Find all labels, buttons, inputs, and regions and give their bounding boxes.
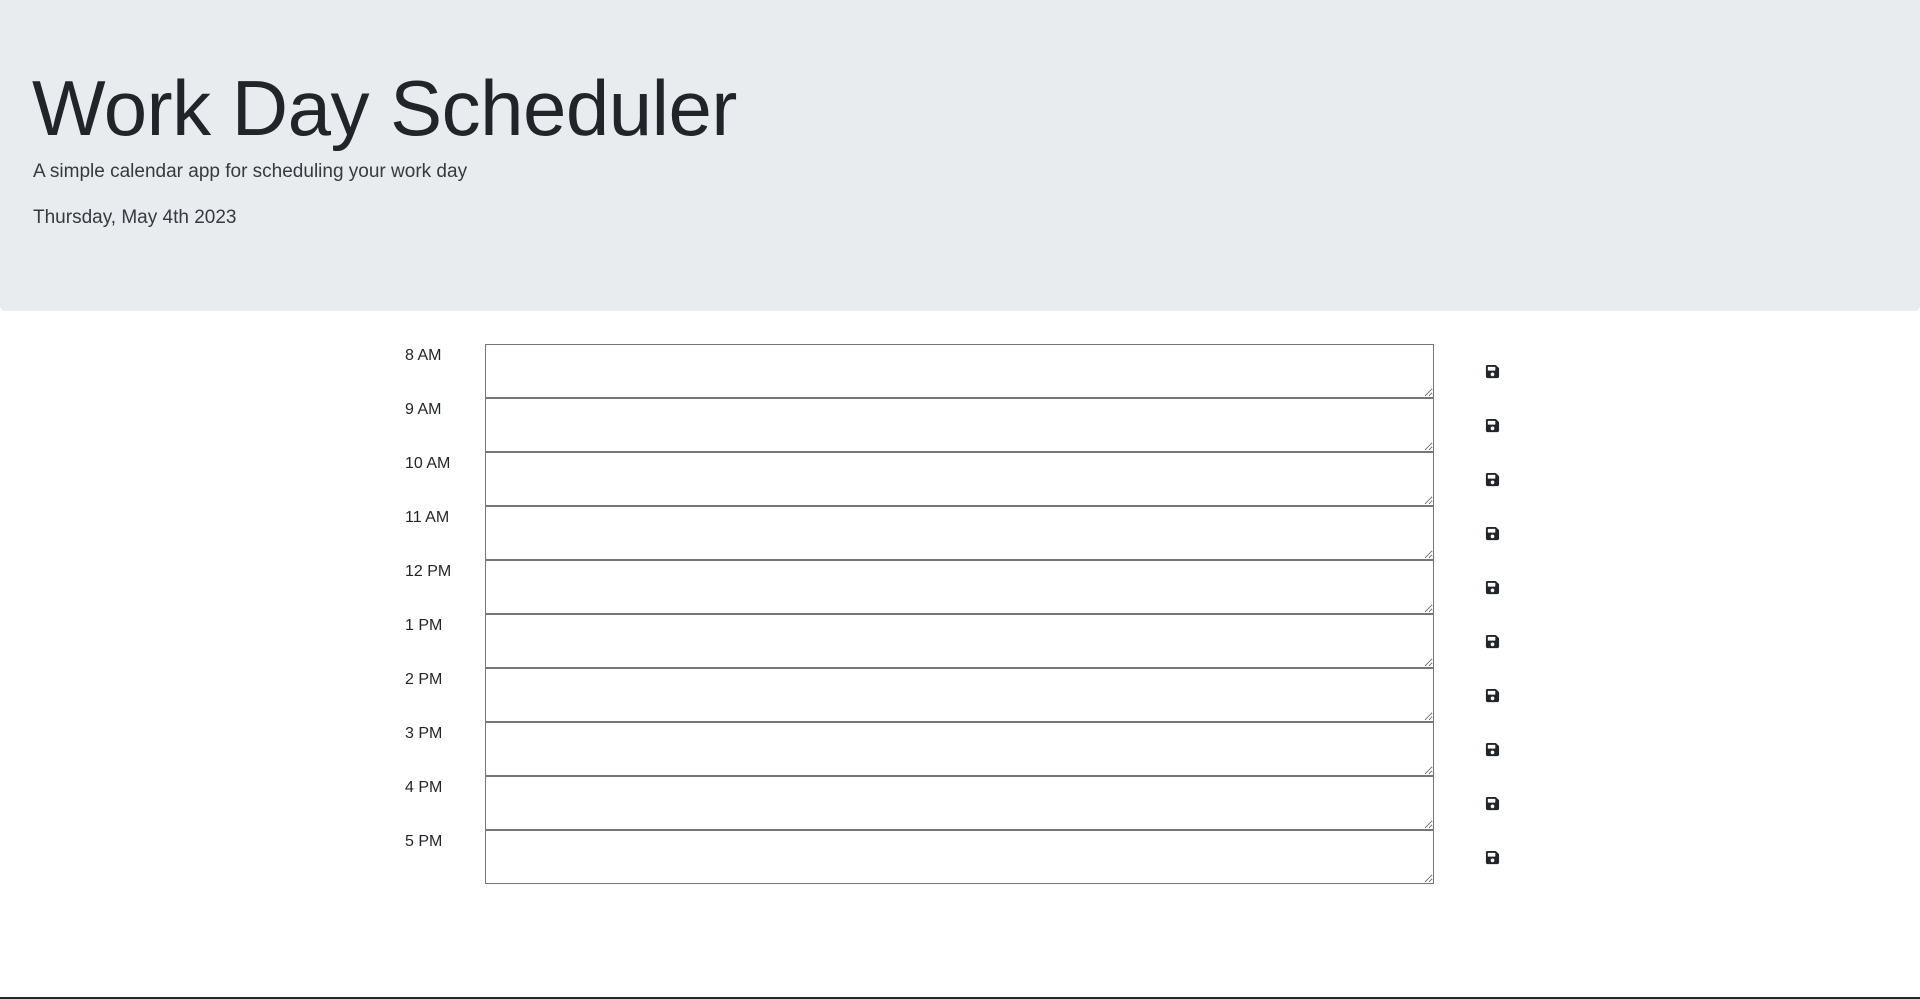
event-description-input[interactable] [485,506,1434,560]
save-button[interactable] [1467,776,1517,830]
save-button[interactable] [1467,722,1517,776]
floppy-disk-icon [1485,850,1500,865]
event-description-input[interactable] [485,668,1434,722]
save-button[interactable] [1467,560,1517,614]
hour-label: 5 PM [405,833,443,850]
page-title: Work Day Scheduler [32,64,737,152]
hour-label: 2 PM [405,671,443,688]
timeblock-row: 4 PM [0,776,1920,830]
timeblock-row: 12 PM [0,560,1920,614]
timeblock-row: 5 PM [0,830,1920,884]
event-description-input[interactable] [485,398,1434,452]
hour-label: 1 PM [405,617,443,634]
save-button[interactable] [1467,344,1517,398]
timeblock-list: 8 AM 9 AM 10 AM 11 AM 12 PM 1 PM 2 PM 3 PM 4 PM 5… [0,344,1920,884]
hour-label: 10 AM [405,455,451,472]
timeblock-row: 9 AM [0,398,1920,452]
save-button[interactable] [1467,830,1517,884]
floppy-disk-icon [1485,796,1500,811]
floppy-disk-icon [1485,580,1500,595]
floppy-disk-icon [1485,688,1500,703]
timeblock-row: 8 AM [0,344,1920,398]
event-description-input[interactable] [485,452,1434,506]
save-button[interactable] [1467,506,1517,560]
header-jumbotron: Work Day Scheduler A simple calendar app… [0,0,1920,311]
timeblock-row: 11 AM [0,506,1920,560]
event-description-input[interactable] [485,722,1434,776]
floppy-disk-icon [1485,526,1500,541]
event-description-input[interactable] [485,344,1434,398]
floppy-disk-icon [1485,634,1500,649]
timeblock-row: 1 PM [0,614,1920,668]
current-date: Thursday, May 4th 2023 [33,207,237,228]
floppy-disk-icon [1485,364,1500,379]
event-description-input[interactable] [485,830,1434,884]
floppy-disk-icon [1485,472,1500,487]
hour-label: 8 AM [405,347,442,364]
timeblock-row: 2 PM [0,668,1920,722]
event-description-input[interactable] [485,560,1434,614]
save-button[interactable] [1467,668,1517,722]
hour-label: 11 AM [405,509,450,526]
event-description-input[interactable] [485,614,1434,668]
timeblock-row: 3 PM [0,722,1920,776]
hour-label: 3 PM [405,725,443,742]
floppy-disk-icon [1485,742,1500,757]
save-button[interactable] [1467,452,1517,506]
floppy-disk-icon [1485,418,1500,433]
event-description-input[interactable] [485,776,1434,830]
hour-label: 9 AM [405,401,442,418]
page-subtitle: A simple calendar app for scheduling you… [33,161,468,182]
timeblock-row: 10 AM [0,452,1920,506]
hour-label: 12 PM [405,563,452,580]
save-button[interactable] [1467,614,1517,668]
hour-label: 4 PM [405,779,443,796]
save-button[interactable] [1467,398,1517,452]
